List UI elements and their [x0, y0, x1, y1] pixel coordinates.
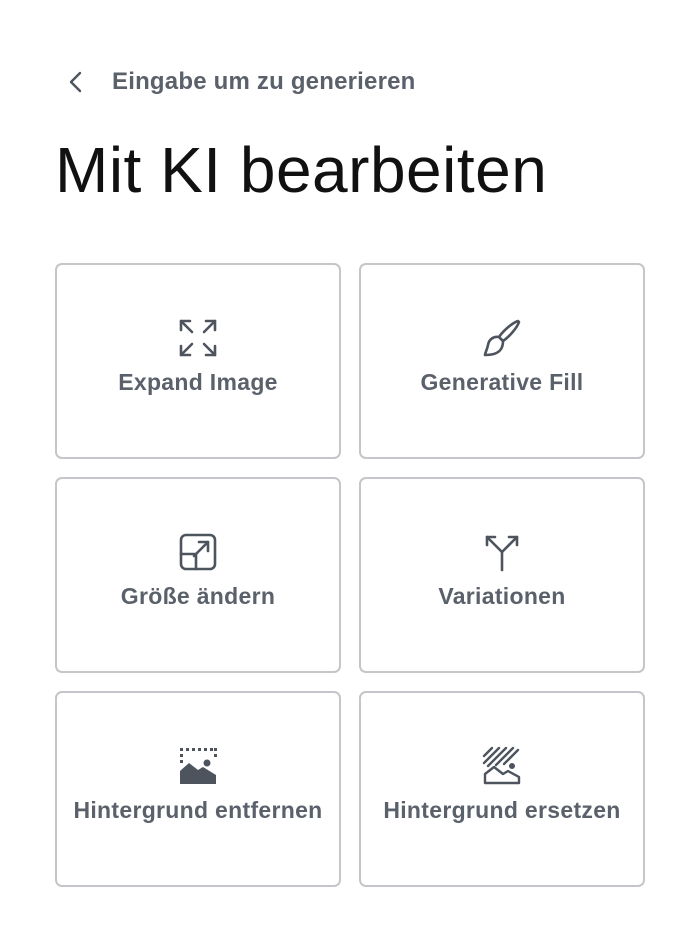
back-link-label: Eingabe um zu generieren: [112, 68, 416, 95]
branch-split-icon: [481, 531, 523, 573]
chevron-left-icon: [62, 68, 90, 96]
generative-fill-label: Generative Fill: [420, 369, 584, 395]
replace-background-icon: [481, 745, 523, 787]
replace-background-button[interactable]: Hintergrund ersetzen: [359, 691, 645, 887]
resize-box-icon: [177, 531, 219, 573]
remove-background-label: Hintergrund entfernen: [73, 797, 323, 823]
ai-actions-grid: Expand Image Generative Fill Größe änder…: [55, 263, 645, 887]
remove-background-icon: [177, 745, 219, 787]
paintbrush-icon: [481, 317, 523, 359]
expand-image-button[interactable]: Expand Image: [55, 263, 341, 459]
resize-label: Größe ändern: [120, 583, 276, 609]
replace-background-label: Hintergrund ersetzen: [383, 797, 621, 823]
page-title: Mit KI bearbeiten: [55, 134, 548, 206]
generative-fill-button[interactable]: Generative Fill: [359, 263, 645, 459]
remove-background-button[interactable]: Hintergrund entfernen: [55, 691, 341, 887]
back-link[interactable]: Eingabe um zu generieren: [62, 64, 416, 100]
expand-image-label: Expand Image: [118, 369, 278, 395]
resize-button[interactable]: Größe ändern: [55, 477, 341, 673]
expand-arrows-icon: [177, 317, 219, 359]
variations-label: Variationen: [438, 583, 566, 609]
variations-button[interactable]: Variationen: [359, 477, 645, 673]
